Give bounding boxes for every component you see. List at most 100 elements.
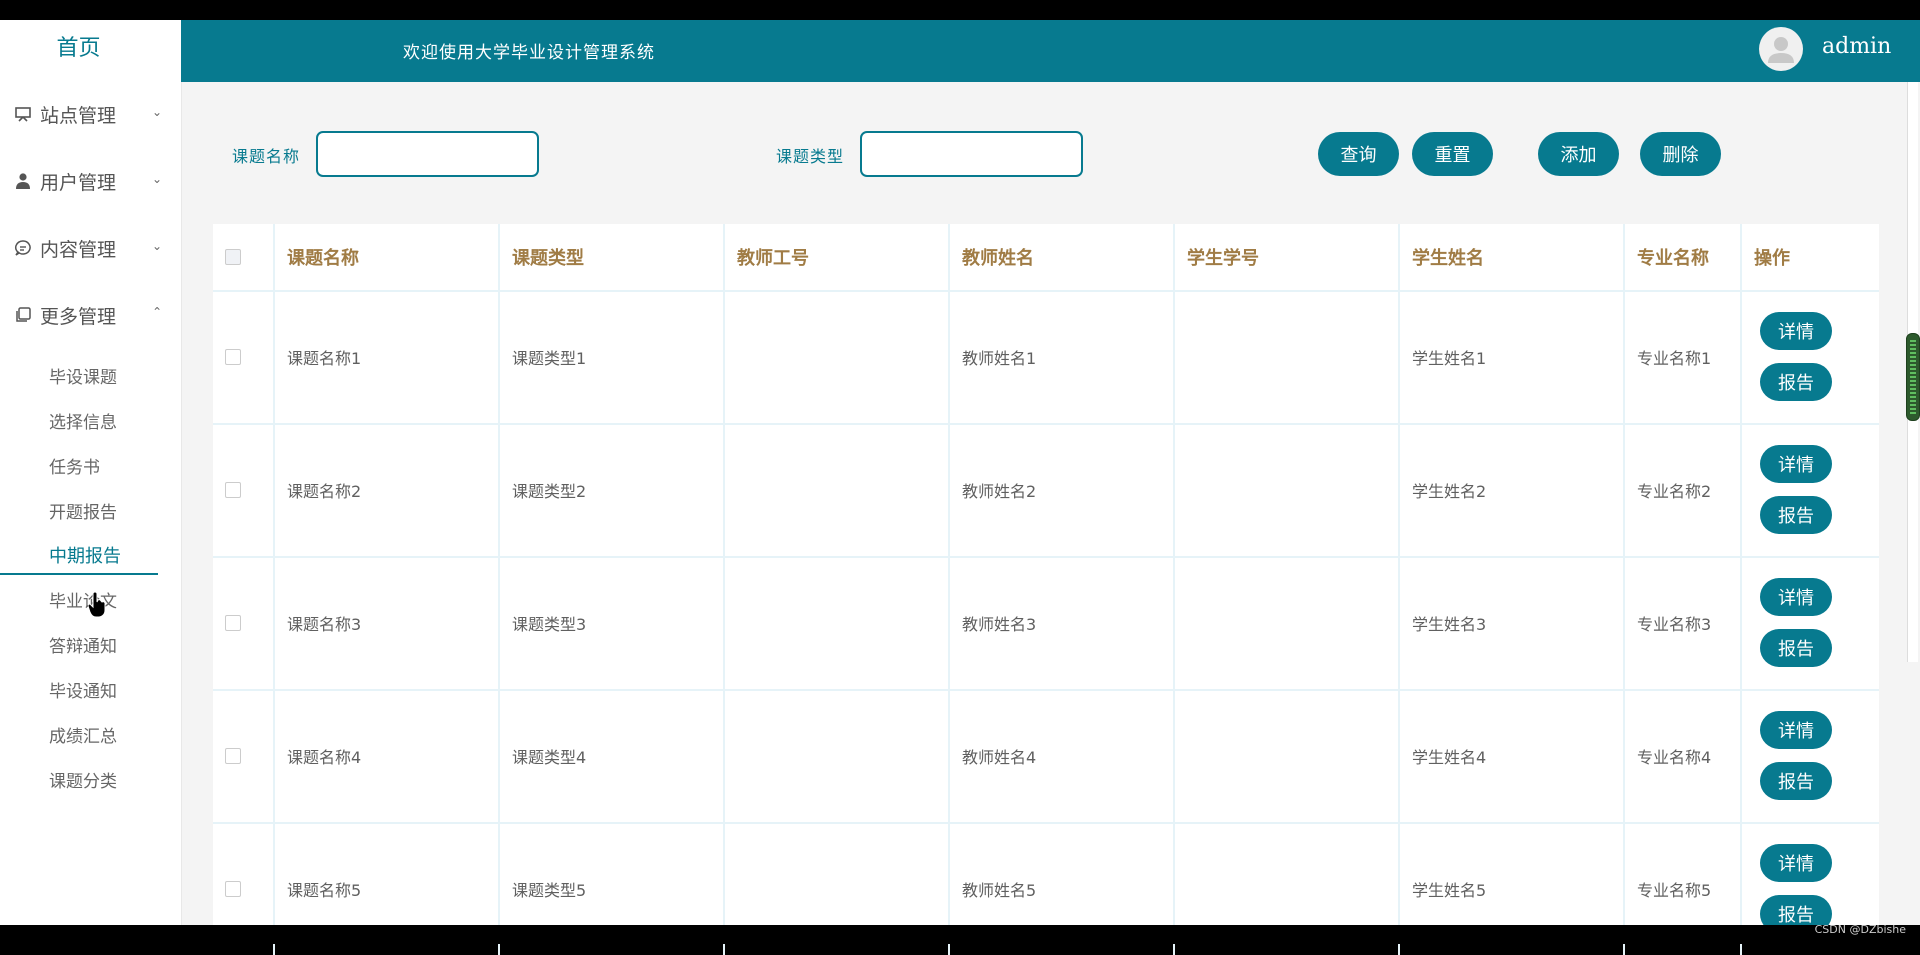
table-row: 课题名称4 课题类型4 教师姓名4 学生姓名4 专业名称4 详情 报告 [213,689,1879,824]
detail-button[interactable]: 详情 [1760,578,1832,616]
chevron-down-icon: ⌄ [151,239,162,253]
cell-teacher-name: 教师姓名1 [950,290,1175,423]
table-row: 课题名称3 课题类型3 教师姓名3 学生姓名3 专业名称3 详情 报告 [213,556,1879,691]
search-label-topic-name: 课题名称 [232,147,301,166]
select-all-cell [213,224,275,290]
column-header[interactable]: 学生学号 [1175,224,1400,290]
screen-top-border [0,0,1920,20]
column-header[interactable]: 专业名称 [1625,224,1742,290]
submenu-item[interactable]: 答辩通知 [49,632,117,657]
menu-more-management[interactable]: 更多管理 ⌄ [12,300,162,330]
column-header[interactable]: 教师姓名 [950,224,1175,290]
detail-button[interactable]: 详情 [1760,312,1832,350]
username[interactable]: admin [1822,34,1891,59]
watermark: CSDN @DZbishe [1814,923,1906,936]
cell-topic-type: 课题类型1 [500,290,725,423]
data-table: 课题名称 课题类型 教师工号 教师姓名 学生学号 学生姓名 专业名称 操作 课题… [213,224,1879,955]
row-checkbox[interactable] [225,348,241,365]
cell-teacher-id [725,689,950,822]
row-checkbox[interactable] [225,481,241,498]
submenu-item[interactable]: 课题分类 [49,767,117,792]
column-header[interactable]: 学生姓名 [1400,224,1625,290]
cell-topic-type: 课题类型2 [500,423,725,556]
reset-button[interactable]: 重置 [1412,132,1493,176]
cell-student-name: 学生姓名2 [1400,423,1625,556]
submenu-item[interactable]: 选择信息 [49,408,117,433]
cell-topic-name: 课题名称2 [275,423,500,556]
cell-actions: 详情 报告 [1742,556,1879,689]
column-header[interactable]: 教师工号 [725,224,950,290]
submenu-item[interactable]: 成绩汇总 [49,722,117,747]
cell-student-name: 学生姓名4 [1400,689,1625,822]
add-button[interactable]: 添加 [1538,132,1619,176]
cell-student-id [1175,290,1400,423]
query-button[interactable]: 查询 [1318,132,1399,176]
cell-major: 专业名称3 [1625,556,1742,689]
row-checkbox[interactable] [225,614,241,631]
chat-icon [12,237,34,259]
chevron-down-icon: ⌄ [151,105,162,119]
cell-student-name: 学生姓名3 [1400,556,1625,689]
submenu-item[interactable]: 毕设课题 [49,363,117,388]
cell-teacher-name: 教师姓名2 [950,423,1175,556]
submenu-item[interactable]: 毕业论文 [49,587,117,612]
menu-label: 用户管理 [40,171,117,194]
submenu-item[interactable]: 毕设通知 [49,677,117,702]
copy-icon [12,304,34,326]
detail-button[interactable]: 详情 [1760,844,1832,882]
top-header: 欢迎使用大学毕业设计管理系统 admin [181,20,1920,82]
report-button[interactable]: 报告 [1760,629,1832,667]
row-select-cell [213,423,275,556]
menu-user-management[interactable]: 用户管理 ⌄ [12,166,162,196]
row-checkbox[interactable] [225,880,241,897]
menu-content-management[interactable]: 内容管理 ⌄ [12,233,162,263]
report-button[interactable]: 报告 [1760,762,1832,800]
cell-student-id [1175,556,1400,689]
table-row: 课题名称2 课题类型2 教师姓名2 学生姓名2 专业名称2 详情 报告 [213,423,1879,558]
detail-button[interactable]: 详情 [1760,711,1832,749]
menu-site-management[interactable]: 站点管理 ⌄ [12,99,162,129]
cell-topic-type: 课题类型4 [500,689,725,822]
cell-teacher-id [725,556,950,689]
menu-label: 内容管理 [40,238,117,261]
cell-student-name: 学生姓名1 [1400,290,1625,423]
cell-major: 专业名称1 [1625,290,1742,423]
welcome-text: 欢迎使用大学毕业设计管理系统 [403,43,655,63]
cell-student-id [1175,689,1400,822]
chevron-down-icon: ⌄ [151,172,162,186]
table-row: 课题名称1 课题类型1 教师姓名1 学生姓名1 专业名称1 详情 报告 [213,290,1879,425]
select-all-checkbox[interactable] [225,249,241,265]
scrollbar-thumb[interactable] [1906,333,1920,421]
cell-topic-name: 课题名称1 [275,290,500,423]
cell-topic-type: 课题类型3 [500,556,725,689]
topic-name-input[interactable] [316,131,539,177]
row-checkbox[interactable] [225,747,241,764]
cell-teacher-id [725,423,950,556]
hand-cursor-icon [88,592,106,618]
avatar[interactable] [1759,27,1803,71]
home-link[interactable]: 首页 [0,30,157,62]
submenu-item[interactable]: 任务书 [49,453,100,478]
column-header: 操作 [1754,248,1790,269]
report-button[interactable]: 报告 [1760,363,1832,401]
submenu-item[interactable]: 开题报告 [49,498,117,523]
column-header[interactable]: 课题名称 [275,224,500,290]
user-icon [12,170,34,192]
cell-teacher-name: 教师姓名3 [950,556,1175,689]
delete-button[interactable]: 删除 [1640,132,1721,176]
cell-topic-name: 课题名称3 [275,556,500,689]
cell-teacher-name: 教师姓名4 [950,689,1175,822]
cell-major: 专业名称2 [1625,423,1742,556]
monitor-icon [12,103,34,125]
menu-label: 更多管理 [40,305,117,328]
submenu-item-active[interactable]: 中期报告 [49,542,121,568]
cell-actions: 详情 报告 [1742,423,1879,556]
row-select-cell [213,556,275,689]
user-avatar-icon [1768,37,1794,63]
row-select-cell [213,689,275,822]
column-header[interactable]: 课题类型 [500,224,725,290]
detail-button[interactable]: 详情 [1760,445,1832,483]
report-button[interactable]: 报告 [1760,496,1832,534]
cell-teacher-id [725,290,950,423]
topic-type-input[interactable] [860,131,1083,177]
